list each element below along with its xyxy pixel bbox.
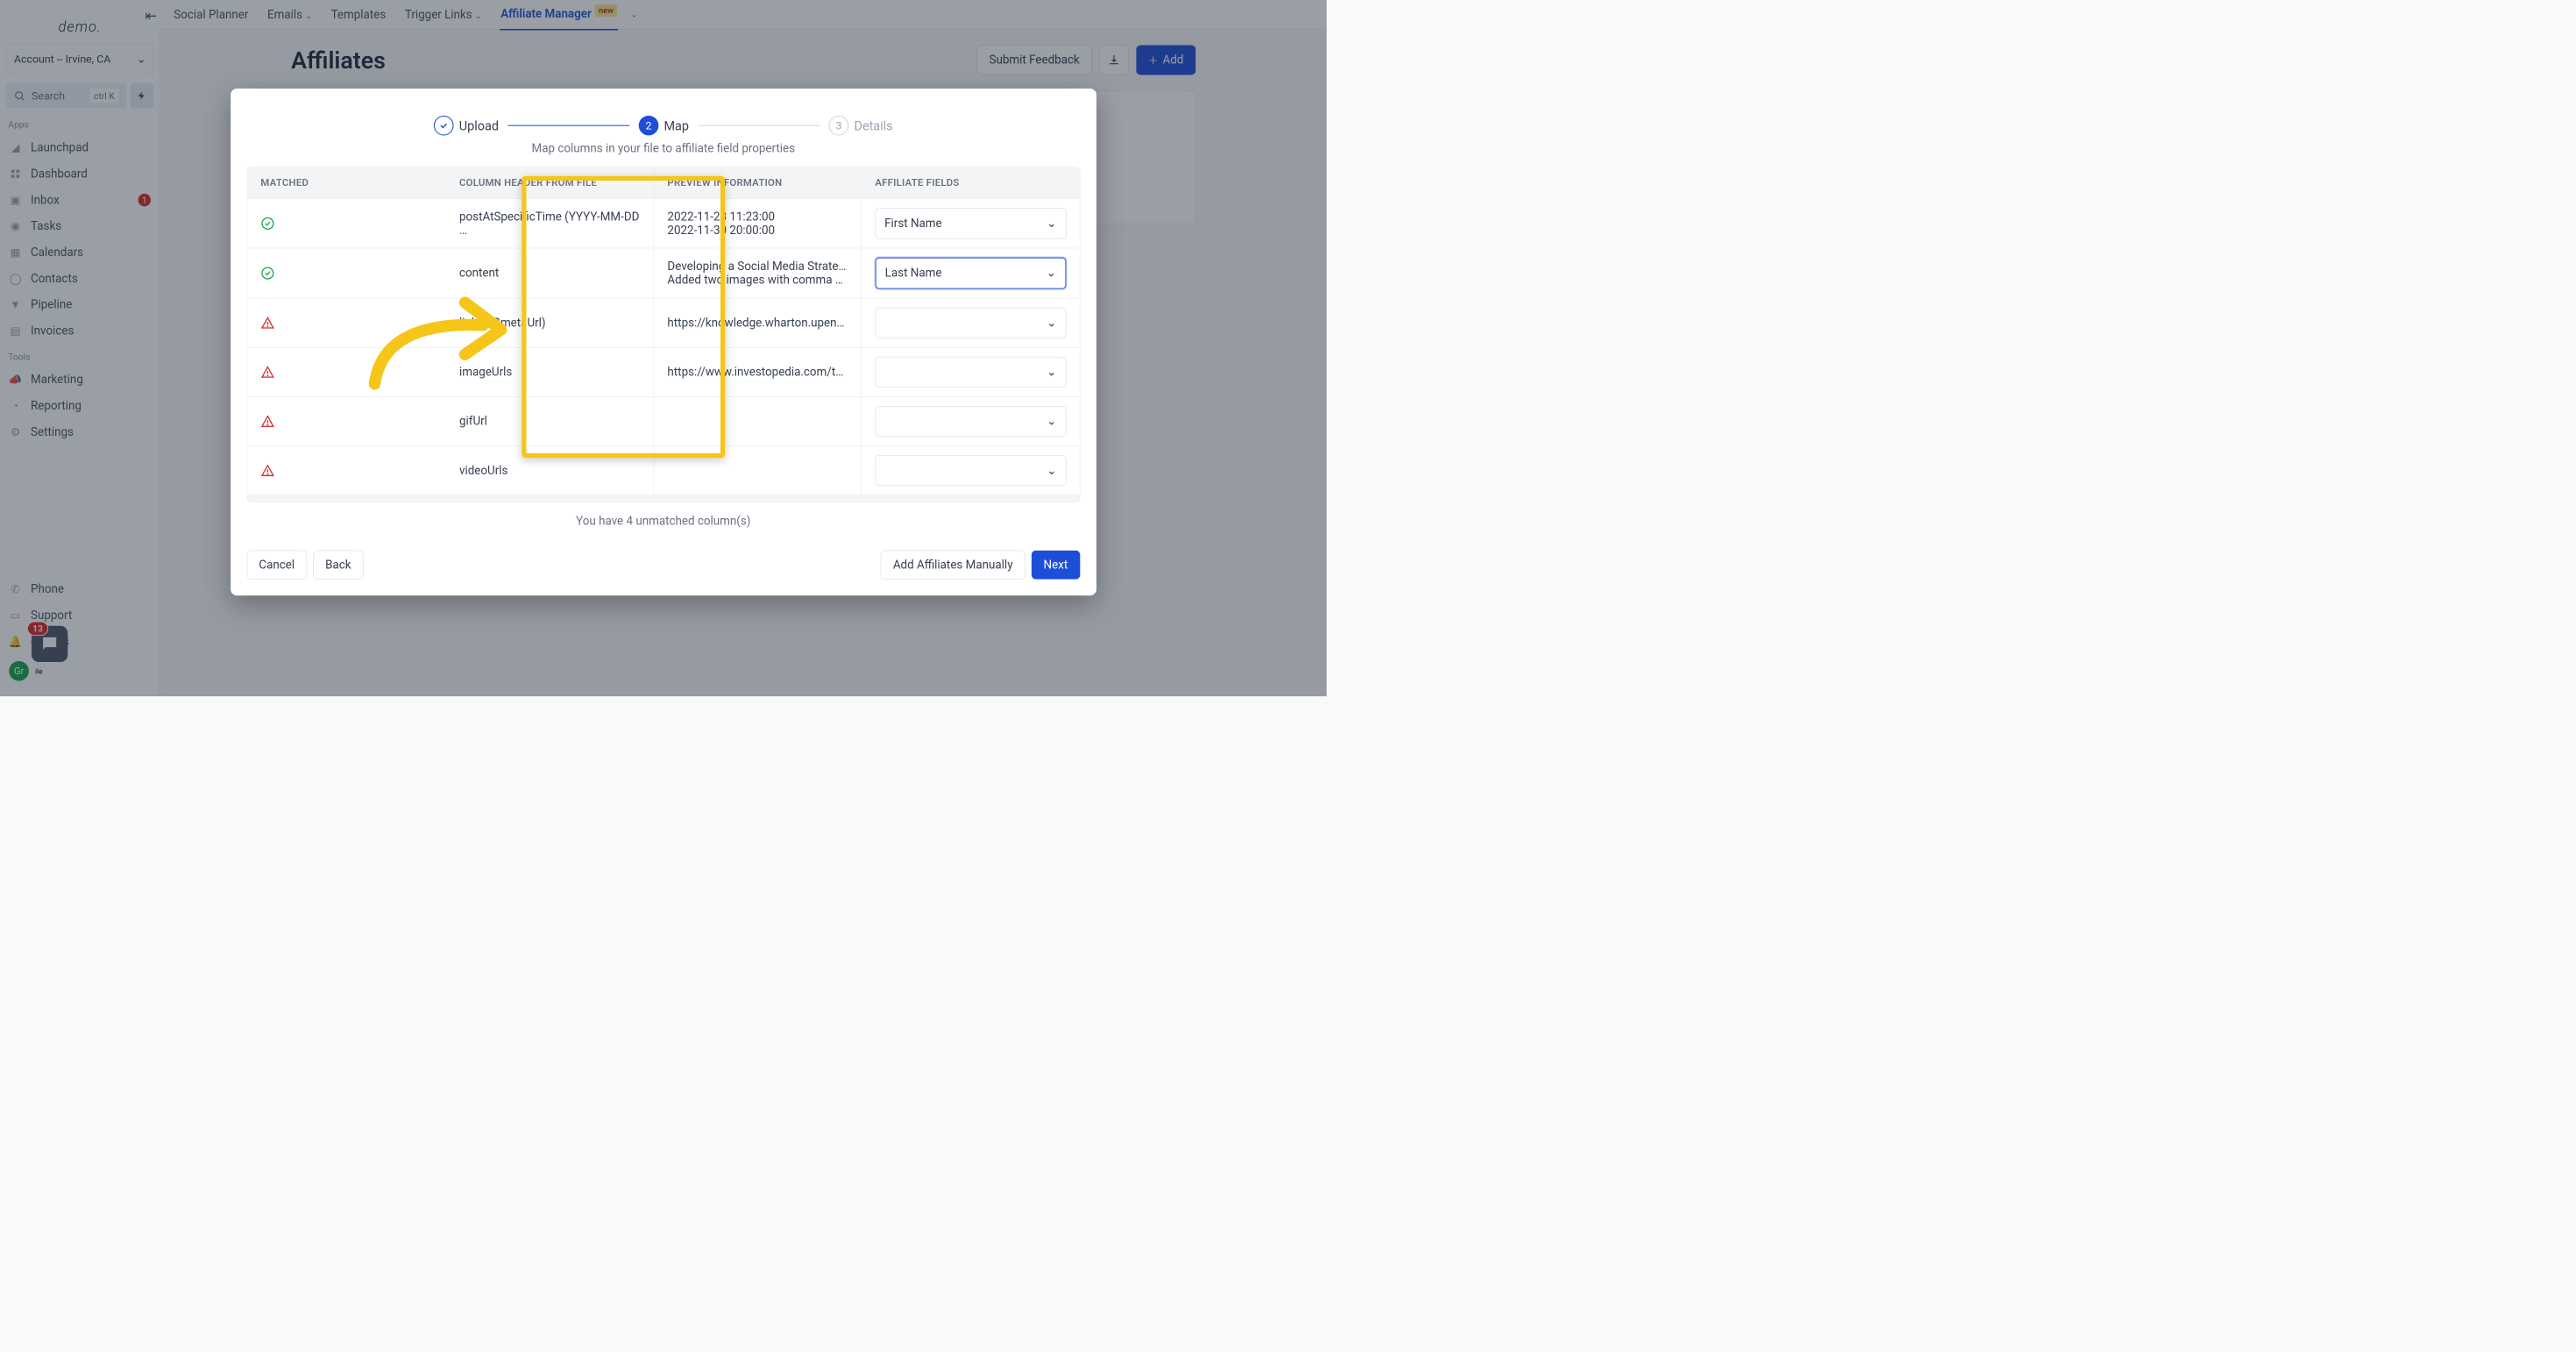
modal-subtitle: Map columns in your file to affiliate fi… (246, 142, 1080, 155)
check-icon (439, 121, 449, 131)
success-icon (260, 267, 273, 280)
step-map: 2 Map (639, 116, 689, 136)
col-matched: MATCHED (247, 167, 446, 199)
modal-footer: Cancel Back Add Affiliates Manually Next (246, 551, 1080, 580)
affiliate-field-select[interactable]: ⌄ (875, 455, 1066, 486)
step-upload: Upload (434, 116, 499, 136)
unmatched-message: You have 4 unmatched column(s) (246, 515, 1080, 528)
chevron-down-icon: ⌄ (1047, 415, 1056, 428)
success-icon (260, 217, 273, 230)
affiliate-field-select[interactable]: ⌄ (875, 357, 1066, 388)
field-cell: ⌄ (861, 298, 1079, 347)
preview-cell (653, 397, 861, 446)
back-button[interactable]: Back (313, 551, 363, 580)
field-cell: ⌄ (861, 348, 1079, 397)
table-row: postAtSpecificTime (YYYY-MM-DD … 2022-11… (247, 199, 1080, 248)
col-fields: AFFILIATE FIELDS (861, 167, 1079, 199)
preview-cell: https://knowledge.wharton.upenn.e… (653, 298, 861, 347)
table-row: gifUrl ⌄ (247, 396, 1080, 445)
status-cell (247, 397, 446, 446)
next-button[interactable]: Next (1032, 551, 1080, 580)
col-preview: PREVIEW INFORMATION (653, 167, 861, 199)
warning-icon (260, 415, 273, 428)
arrow-annotation (365, 284, 514, 393)
preview-cell: https://www.investopedia.com/thmb… (653, 348, 861, 397)
column-header-cell: postAtSpecificTime (YYYY-MM-DD … (446, 199, 654, 248)
affiliate-field-select[interactable]: First Name⌄ (875, 208, 1066, 238)
field-cell: ⌄ (861, 397, 1079, 446)
chevron-down-icon: ⌄ (1047, 366, 1056, 379)
import-modal: Upload 2 Map 3 Details Map columns in yo… (231, 89, 1096, 595)
table-header: MATCHED COLUMN HEADER FROM FILE PREVIEW … (247, 167, 1080, 199)
status-cell (247, 446, 446, 495)
field-cell: First Name⌄ (861, 199, 1079, 248)
col-header: COLUMN HEADER FROM FILE (446, 167, 654, 199)
affiliate-field-select[interactable]: Last Name⌄ (875, 258, 1066, 289)
affiliate-field-select[interactable]: ⌄ (875, 308, 1066, 338)
step-details: 3 Details (829, 116, 893, 136)
cancel-button[interactable]: Cancel (246, 551, 307, 580)
preview-cell: 2022-11-23 11:23:002022-11-30 20:00:00 (653, 199, 861, 248)
field-cell: ⌄ (861, 446, 1079, 495)
table-row: videoUrls ⌄ (247, 445, 1080, 495)
chevron-down-icon: ⌄ (1047, 464, 1056, 477)
step-line (507, 125, 629, 126)
chevron-down-icon: ⌄ (1047, 267, 1056, 280)
chevron-down-icon: ⌄ (1047, 317, 1056, 330)
table-scrollbar[interactable] (246, 495, 1080, 502)
chevron-down-icon: ⌄ (1047, 217, 1056, 230)
column-header-cell: gifUrl (446, 397, 654, 446)
affiliate-field-select[interactable]: ⌄ (875, 406, 1066, 437)
preview-cell: Developing a Social Media Strategy …Adde… (653, 248, 861, 298)
stepper: Upload 2 Map 3 Details (246, 116, 1080, 136)
warning-icon (260, 317, 273, 330)
preview-cell (653, 446, 861, 495)
step-line (698, 125, 820, 126)
column-header-cell: videoUrls (446, 446, 654, 495)
field-cell: Last Name⌄ (861, 248, 1079, 298)
warning-icon (260, 366, 273, 379)
warning-icon (260, 464, 273, 477)
status-cell (247, 199, 446, 248)
add-manually-button[interactable]: Add Affiliates Manually (881, 551, 1025, 580)
